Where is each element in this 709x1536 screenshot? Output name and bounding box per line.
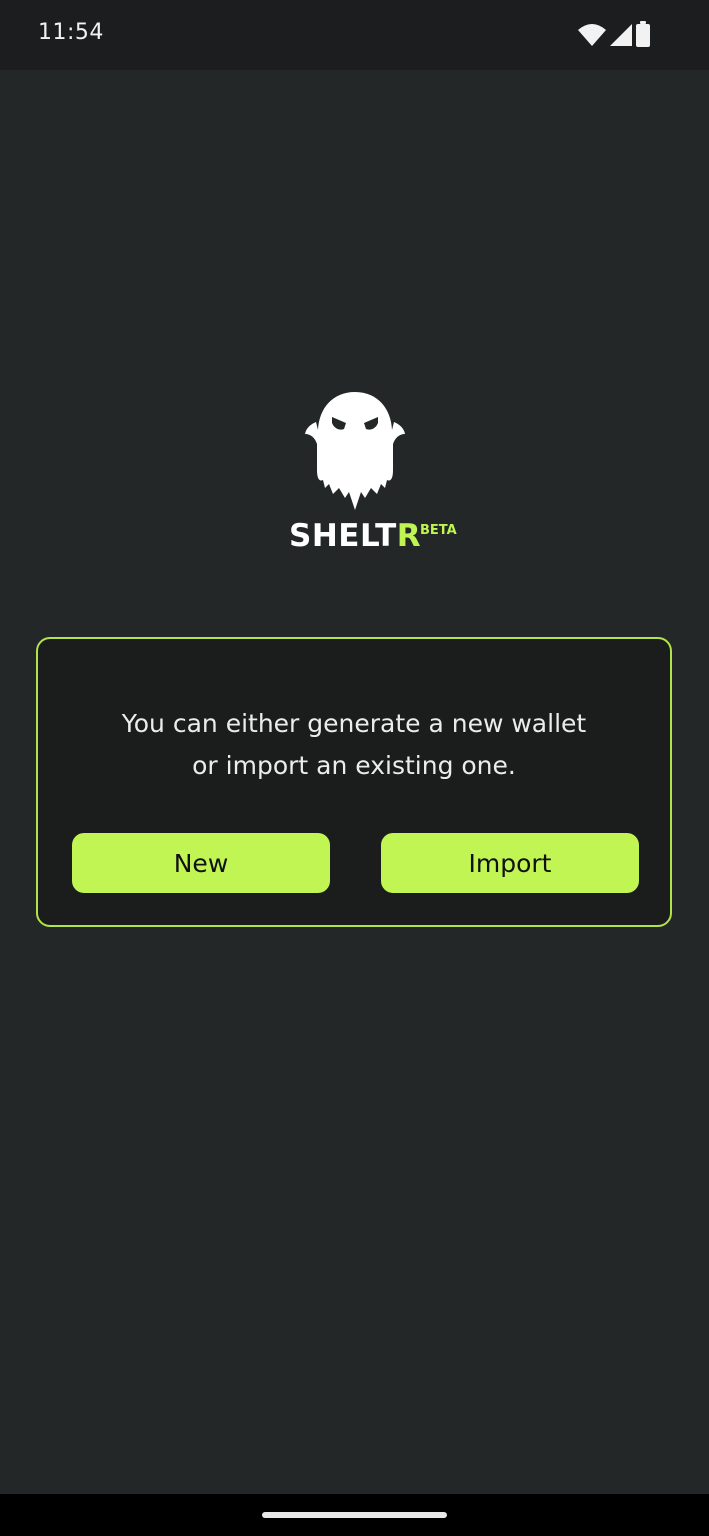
wifi-icon [578, 24, 606, 46]
status-time: 11:54 [38, 20, 104, 45]
wordmark-accent: R [396, 518, 422, 554]
app-logo: SHELTR BETA [0, 390, 709, 570]
ghost-icon [305, 392, 405, 510]
wordmark-main: SHELT [289, 518, 397, 554]
home-gesture-handle[interactable] [262, 1512, 447, 1518]
beta-badge: BETA [420, 523, 457, 538]
card-message: You can either generate a new wallet or … [38, 703, 670, 787]
app-wordmark: SHELTR [289, 518, 421, 554]
wallet-setup-card: You can either generate a new wallet or … [36, 637, 672, 927]
battery-icon [636, 21, 650, 47]
navigation-bar [0, 1494, 709, 1536]
import-wallet-button[interactable]: Import [381, 833, 639, 893]
cellular-signal-icon [610, 24, 632, 46]
card-message-line2: or import an existing one. [192, 751, 516, 780]
new-wallet-button[interactable]: New [72, 833, 330, 893]
card-message-line1: You can either generate a new wallet [121, 709, 587, 738]
status-bar: 11:54 [0, 0, 709, 70]
